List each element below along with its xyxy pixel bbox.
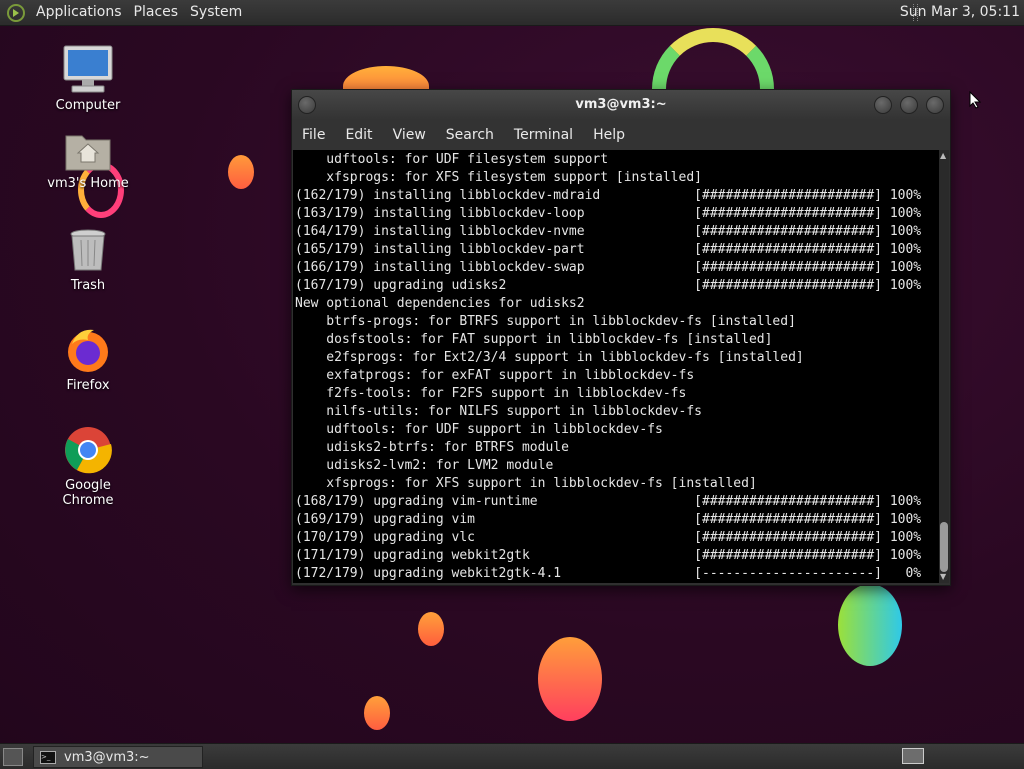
desktop-icon-chrome[interactable]: Google Chrome (38, 426, 138, 508)
home-folder-icon (65, 135, 111, 171)
terminal-screen[interactable]: udftools: for UDF filesystem support xfs… (293, 150, 939, 583)
window-menu-button[interactable] (298, 96, 316, 114)
terminal-line: (169/179) upgrading vim [###############… (295, 512, 922, 527)
terminal-output: udftools: for UDF filesystem support xfs… (293, 150, 939, 583)
menu-terminal[interactable]: Terminal (504, 127, 583, 143)
workspace-switcher[interactable] (902, 748, 924, 764)
terminal-line: (171/179) upgrading webkit2gtk [########… (295, 548, 922, 563)
wallpaper-blob (838, 584, 902, 666)
window-title: vm3@vm3:~ (575, 97, 667, 112)
taskbar-button-terminal[interactable]: >_ vm3@vm3:~ (33, 746, 203, 768)
terminal-line: (167/179) upgrading udisks2 [###########… (295, 278, 922, 293)
close-button[interactable] (926, 96, 944, 114)
desktop-icon-trash[interactable]: Trash (38, 228, 138, 293)
menu-search[interactable]: Search (436, 127, 504, 143)
terminal-line: xfsprogs: for XFS filesystem support [in… (295, 170, 702, 185)
menu-edit[interactable]: Edit (335, 127, 382, 143)
terminal-scrollbar[interactable]: ▲ ▼ (939, 150, 949, 583)
desktop-icon-label: Computer (55, 98, 121, 113)
firefox-icon (68, 329, 108, 372)
wallpaper-blob (364, 696, 390, 730)
terminal-window[interactable]: vm3@vm3:~ File Edit View Search Terminal… (291, 89, 951, 586)
scroll-down-arrow-icon[interactable]: ▼ (940, 573, 946, 581)
top-panel: Applications Places System Sun Mar 3, 05… (0, 0, 1024, 26)
wallpaper-blob (538, 637, 602, 721)
maximize-button[interactable] (900, 96, 918, 114)
taskbar-button-label: vm3@vm3:~ (64, 749, 150, 765)
menu-system[interactable]: System (184, 0, 248, 25)
mouse-pointer-icon (969, 91, 981, 109)
terminal-line: udisks2-lvm2: for LVM2 module (295, 458, 554, 473)
minimize-button[interactable] (874, 96, 892, 114)
trash-icon (70, 229, 106, 271)
terminal-line: udftools: for UDF filesystem support (295, 152, 609, 167)
terminal-line: btrfs-progs: for BTRFS support in libblo… (295, 314, 796, 329)
scrollbar-thumb[interactable] (940, 522, 948, 572)
terminal-line: (164/179) installing libblockdev-nvme [#… (295, 224, 922, 239)
terminal-line: (172/179) upgrading webkit2gtk-4.1 [----… (295, 566, 922, 581)
bottom-panel: >_ vm3@vm3:~ (0, 743, 1024, 769)
terminal-line: exfatprogs: for exFAT support in libbloc… (295, 368, 695, 383)
terminal-line: (168/179) upgrading vim-runtime [#######… (295, 494, 922, 509)
menu-view[interactable]: View (383, 127, 436, 143)
terminal-line: (163/179) installing libblockdev-loop [#… (295, 206, 922, 221)
scroll-up-arrow-icon[interactable]: ▲ (940, 152, 946, 160)
show-desktop-icon[interactable] (3, 748, 23, 766)
terminal-line: dosfstools: for FAT support in libblockd… (295, 332, 773, 347)
terminal-line: udisks2-btrfs: for BTRFS module (295, 440, 569, 455)
menu-applications[interactable]: Applications (30, 0, 128, 25)
desktop-icon-label: vm3's Home (47, 176, 129, 191)
computer-icon (63, 45, 113, 93)
wallpaper-blob (228, 155, 254, 189)
terminal-line: f2fs-tools: for F2FS support in libblock… (295, 386, 687, 401)
wallpaper-blob (418, 612, 444, 646)
desktop-icon-label: Google Chrome (62, 478, 114, 508)
terminal-line: (166/179) installing libblockdev-swap [#… (295, 260, 922, 275)
menu-file[interactable]: File (292, 127, 335, 143)
terminal-icon: >_ (40, 750, 56, 764)
terminal-line: (170/179) upgrading vlc [###############… (295, 530, 922, 545)
window-titlebar[interactable]: vm3@vm3:~ (292, 90, 950, 120)
terminal-line: xfsprogs: for XFS support in libblockdev… (295, 476, 757, 491)
desktop-icon-home[interactable]: vm3's Home (38, 128, 138, 191)
terminal-line: New optional dependencies for udisks2 (295, 296, 585, 311)
gnome-foot-icon[interactable] (6, 3, 26, 23)
menu-help[interactable]: Help (583, 127, 635, 143)
terminal-line: e2fsprogs: for Ext2/3/4 support in libbl… (295, 350, 804, 365)
desktop-icon-label: Trash (70, 278, 106, 293)
terminal-line: nilfs-utils: for NILFS support in libblo… (295, 404, 702, 419)
chrome-icon (65, 427, 112, 474)
terminal-line: (162/179) installing libblockdev-mdraid … (295, 188, 922, 203)
desktop-icon-firefox[interactable]: Firefox (38, 326, 138, 393)
terminal-menubar: File Edit View Search Terminal Help (292, 120, 950, 150)
desktop-icon-computer[interactable]: Computer (38, 44, 138, 113)
desktop-icon-label: Firefox (66, 378, 110, 393)
clock[interactable]: Sun Mar 3, 05:11 (900, 0, 1020, 25)
terminal-line: (165/179) installing libblockdev-part [#… (295, 242, 922, 257)
menu-places[interactable]: Places (128, 0, 185, 25)
terminal-line: udftools: for UDF support in libblockdev… (295, 422, 663, 437)
